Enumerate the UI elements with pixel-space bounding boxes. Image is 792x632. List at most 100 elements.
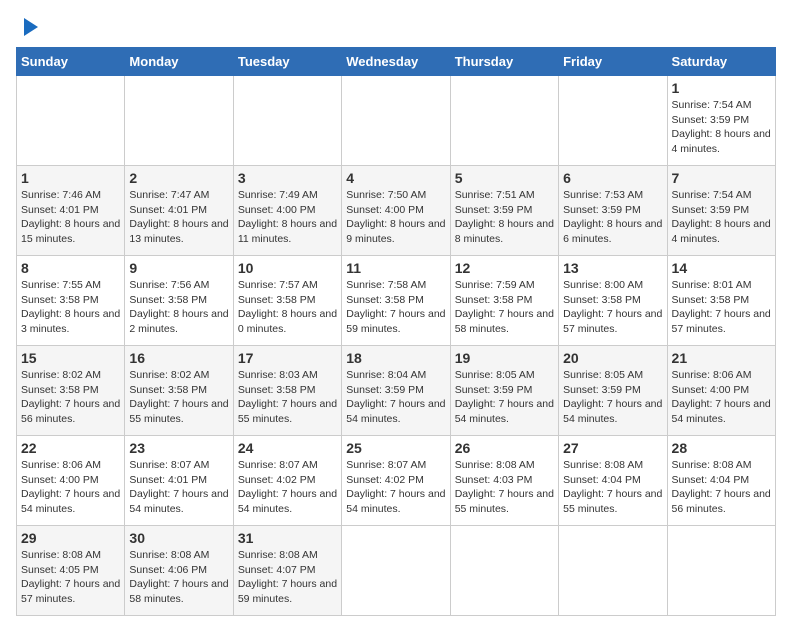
day-info: Sunrise: 8:08 AMSunset: 4:03 PMDaylight:…: [455, 458, 554, 517]
day-number: 15: [21, 350, 120, 366]
day-info: Sunrise: 8:06 AMSunset: 4:00 PMDaylight:…: [672, 368, 771, 427]
day-cell: 25Sunrise: 8:07 AMSunset: 4:02 PMDayligh…: [342, 436, 450, 526]
calendar-header: SundayMondayTuesdayWednesdayThursdayFrid…: [17, 48, 776, 76]
day-number: 4: [346, 170, 445, 186]
day-number: 3: [238, 170, 337, 186]
day-info: Sunrise: 8:08 AMSunset: 4:04 PMDaylight:…: [672, 458, 771, 517]
day-cell: 1 Sunrise: 7:46 AMSunset: 4:01 PMDaylight…: [17, 166, 125, 256]
day-number: 19: [455, 350, 554, 366]
day-number: 26: [455, 440, 554, 456]
day-number: 31: [238, 530, 337, 546]
day-info: Sunrise: 7:47 AMSunset: 4:01 PMDaylight:…: [129, 188, 228, 247]
day-cell: 13Sunrise: 8:00 AMSunset: 3:58 PMDayligh…: [559, 256, 667, 346]
day-cell: 31 Sunrise: 8:08 AMSunset: 4:07 PMDayligh…: [233, 526, 341, 616]
day-number: 27: [563, 440, 662, 456]
day-number: 16: [129, 350, 228, 366]
day-info: Sunrise: 8:08 AMSunset: 4:07 PMDaylight:…: [238, 548, 337, 607]
day-info: Sunrise: 8:02 AMSunset: 3:58 PMDaylight:…: [21, 368, 120, 427]
day-info: Sunrise: 8:07 AMSunset: 4:02 PMDaylight:…: [238, 458, 337, 517]
week-row-5: 29Sunrise: 8:08 AMSunset: 4:05 PMDayligh…: [17, 526, 776, 616]
day-number: 8: [21, 260, 120, 276]
day-cell: 27Sunrise: 8:08 AMSunset: 4:04 PMDayligh…: [559, 436, 667, 526]
day-cell: 3 Sunrise: 7:49 AMSunset: 4:00 PMDaylight…: [233, 166, 341, 256]
logo: [16, 16, 42, 37]
week-row-4: 22Sunrise: 8:06 AMSunset: 4:00 PMDayligh…: [17, 436, 776, 526]
header-cell-thursday: Thursday: [450, 48, 558, 76]
day-info: Sunrise: 8:07 AMSunset: 4:01 PMDaylight:…: [129, 458, 228, 517]
day-info: Sunrise: 8:05 AMSunset: 3:59 PMDaylight:…: [563, 368, 662, 427]
day-cell: [17, 76, 125, 166]
day-cell: [450, 526, 558, 616]
day-info: Sunrise: 7:55 AMSunset: 3:58 PMDaylight:…: [21, 278, 120, 337]
logo-arrow-icon: [20, 16, 42, 38]
day-info: Sunrise: 8:03 AMSunset: 3:58 PMDaylight:…: [238, 368, 337, 427]
day-cell: 4 Sunrise: 7:50 AMSunset: 4:00 PMDaylight…: [342, 166, 450, 256]
day-cell: 9 Sunrise: 7:56 AMSunset: 3:58 PMDaylight…: [125, 256, 233, 346]
day-cell: [125, 76, 233, 166]
day-cell: 12 Sunrise: 7:59 AMSunset: 3:58 PMDayligh…: [450, 256, 558, 346]
day-cell: 20Sunrise: 8:05 AMSunset: 3:59 PMDayligh…: [559, 346, 667, 436]
day-number: 24: [238, 440, 337, 456]
day-info: Sunrise: 8:08 AMSunset: 4:06 PMDaylight:…: [129, 548, 228, 607]
day-cell: 5 Sunrise: 7:51 AMSunset: 3:59 PMDaylight…: [450, 166, 558, 256]
day-cell: [559, 76, 667, 166]
day-cell: 7Sunrise: 7:54 AMSunset: 3:59 PMDaylight…: [667, 166, 775, 256]
day-cell: 10 Sunrise: 7:57 AMSunset: 3:58 PMDayligh…: [233, 256, 341, 346]
header-row: SundayMondayTuesdayWednesdayThursdayFrid…: [17, 48, 776, 76]
day-cell: 18Sunrise: 8:04 AMSunset: 3:59 PMDayligh…: [342, 346, 450, 436]
day-cell: [233, 76, 341, 166]
day-info: Sunrise: 7:51 AMSunset: 3:59 PMDaylight:…: [455, 188, 554, 247]
day-cell: 30Sunrise: 8:08 AMSunset: 4:06 PMDayligh…: [125, 526, 233, 616]
day-cell: 29Sunrise: 8:08 AMSunset: 4:05 PMDayligh…: [17, 526, 125, 616]
day-info: Sunrise: 8:02 AMSunset: 3:58 PMDaylight:…: [129, 368, 228, 427]
day-number: 7: [672, 170, 771, 186]
day-info: Sunrise: 7:46 AMSunset: 4:01 PMDaylight:…: [21, 188, 120, 247]
day-number: 1: [672, 80, 771, 96]
day-cell: 23 Sunrise: 8:07 AMSunset: 4:01 PMDayligh…: [125, 436, 233, 526]
day-number: 25: [346, 440, 445, 456]
day-cell: 11Sunrise: 7:58 AMSunset: 3:58 PMDayligh…: [342, 256, 450, 346]
day-number: 5: [455, 170, 554, 186]
day-cell: 19Sunrise: 8:05 AMSunset: 3:59 PMDayligh…: [450, 346, 558, 436]
week-row-2: 8 Sunrise: 7:55 AMSunset: 3:58 PMDaylight…: [17, 256, 776, 346]
day-number: 12: [455, 260, 554, 276]
day-cell: 26 Sunrise: 8:08 AMSunset: 4:03 PMDayligh…: [450, 436, 558, 526]
day-info: Sunrise: 7:54 AMSunset: 3:59 PMDaylight:…: [672, 98, 771, 157]
day-number: 23: [129, 440, 228, 456]
day-info: Sunrise: 7:57 AMSunset: 3:58 PMDaylight:…: [238, 278, 337, 337]
day-cell: [342, 76, 450, 166]
day-cell: 15 Sunrise: 8:02 AMSunset: 3:58 PMDayligh…: [17, 346, 125, 436]
calendar-table: SundayMondayTuesdayWednesdayThursdayFrid…: [16, 47, 776, 616]
day-info: Sunrise: 7:59 AMSunset: 3:58 PMDaylight:…: [455, 278, 554, 337]
day-number: 17: [238, 350, 337, 366]
day-cell: 1 Sunrise: 7:54 AMSunset: 3:59 PMDaylight…: [667, 76, 775, 166]
day-cell: 14Sunrise: 8:01 AMSunset: 3:58 PMDayligh…: [667, 256, 775, 346]
day-cell: 28Sunrise: 8:08 AMSunset: 4:04 PMDayligh…: [667, 436, 775, 526]
day-info: Sunrise: 8:06 AMSunset: 4:00 PMDaylight:…: [21, 458, 120, 517]
day-cell: 21Sunrise: 8:06 AMSunset: 4:00 PMDayligh…: [667, 346, 775, 436]
day-number: 10: [238, 260, 337, 276]
day-cell: 24 Sunrise: 8:07 AMSunset: 4:02 PMDayligh…: [233, 436, 341, 526]
day-number: 1: [21, 170, 120, 186]
day-number: 9: [129, 260, 228, 276]
day-info: Sunrise: 8:00 AMSunset: 3:58 PMDaylight:…: [563, 278, 662, 337]
calendar-body: 1 Sunrise: 7:54 AMSunset: 3:59 PMDaylight…: [17, 76, 776, 616]
day-number: 29: [21, 530, 120, 546]
day-cell: [559, 526, 667, 616]
day-cell: [450, 76, 558, 166]
day-cell: 22Sunrise: 8:06 AMSunset: 4:00 PMDayligh…: [17, 436, 125, 526]
day-info: Sunrise: 7:50 AMSunset: 4:00 PMDaylight:…: [346, 188, 445, 247]
day-number: 2: [129, 170, 228, 186]
day-cell: 6Sunrise: 7:53 AMSunset: 3:59 PMDaylight…: [559, 166, 667, 256]
day-cell: 8 Sunrise: 7:55 AMSunset: 3:58 PMDaylight…: [17, 256, 125, 346]
day-info: Sunrise: 7:58 AMSunset: 3:58 PMDaylight:…: [346, 278, 445, 337]
header-cell-saturday: Saturday: [667, 48, 775, 76]
week-row-1: 1 Sunrise: 7:46 AMSunset: 4:01 PMDaylight…: [17, 166, 776, 256]
day-info: Sunrise: 7:49 AMSunset: 4:00 PMDaylight:…: [238, 188, 337, 247]
week-row-0: 1 Sunrise: 7:54 AMSunset: 3:59 PMDaylight…: [17, 76, 776, 166]
day-info: Sunrise: 7:56 AMSunset: 3:58 PMDaylight:…: [129, 278, 228, 337]
day-number: 14: [672, 260, 771, 276]
header-cell-tuesday: Tuesday: [233, 48, 341, 76]
header-cell-monday: Monday: [125, 48, 233, 76]
header-cell-wednesday: Wednesday: [342, 48, 450, 76]
